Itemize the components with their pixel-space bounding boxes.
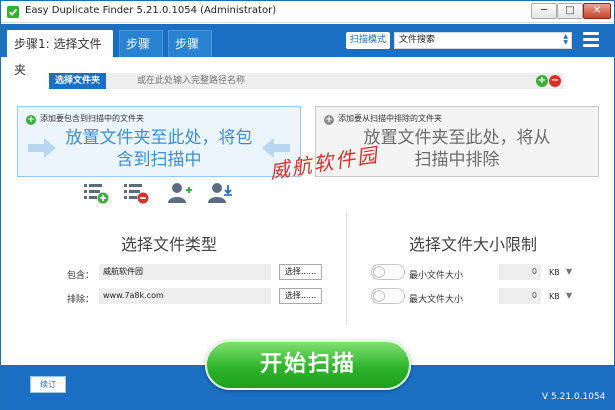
max-size-toggle[interactable] bbox=[371, 288, 405, 304]
include-zone-text: 放置文件夹至此处，将包含到扫描中 bbox=[65, 128, 253, 170]
hamburger-menu-icon[interactable] bbox=[583, 32, 599, 48]
add-list-icon[interactable] bbox=[83, 182, 109, 204]
min-size-dropdown-icon[interactable]: ▼ bbox=[566, 267, 572, 276]
plus-circle-icon: + bbox=[324, 115, 334, 125]
path-input[interactable] bbox=[137, 73, 532, 89]
path-bar: 选择文件夹 + − bbox=[49, 73, 564, 89]
add-user-icon[interactable] bbox=[167, 182, 193, 204]
max-size-label: 最大文件大小 bbox=[409, 295, 464, 305]
maximize-button[interactable]: □ bbox=[557, 3, 583, 19]
import-user-icon[interactable] bbox=[207, 182, 233, 204]
size-limit-title: 选择文件大小限制 bbox=[409, 235, 538, 254]
remove-path-button[interactable]: − bbox=[549, 75, 561, 87]
app-window: Easy Duplicate Finder 5.21.0.1054 (Admin… bbox=[0, 0, 615, 410]
remove-list-icon[interactable] bbox=[123, 182, 149, 204]
exclude-zone-header-text: 添加要从扫描中排除的文件夹 bbox=[338, 114, 442, 123]
tab-step-1[interactable]: 步骤1: 选择文件夹 bbox=[7, 30, 113, 77]
min-size-label: 最小文件大小 bbox=[409, 271, 464, 281]
version-label: V 5.21.0.1054 bbox=[542, 392, 606, 402]
include-types-label: 包含： bbox=[67, 271, 95, 281]
include-browse-button[interactable]: 选择...... bbox=[279, 264, 322, 280]
min-size-toggle[interactable] bbox=[371, 264, 405, 280]
scan-mode-select[interactable]: 文件搜索 ▲ ▼ bbox=[394, 32, 572, 49]
include-drop-zone[interactable]: + 添加要包含到扫描中的文件夹 放置文件夹至此处，将包含到扫描中 bbox=[17, 106, 301, 177]
close-button[interactable]: ✕ bbox=[583, 3, 611, 19]
file-type-title: 选择文件类型 bbox=[121, 235, 218, 254]
exclude-types-input[interactable]: www.7a8k.com bbox=[99, 288, 271, 304]
exclude-zone-text: 放置文件夹至此处，将从扫描中排除 bbox=[363, 128, 551, 170]
include-types-input[interactable]: 威航软件园 bbox=[99, 264, 271, 280]
include-zone-header: + 添加要包含到扫描中的文件夹 bbox=[26, 113, 144, 125]
section-divider bbox=[346, 213, 347, 325]
exclude-zone-header: + 添加要从扫描中排除的文件夹 bbox=[324, 113, 442, 125]
max-size-unit: KB bbox=[549, 292, 560, 301]
minimize-button[interactable]: ─ bbox=[531, 3, 557, 19]
scan-mode-label: 扫描模式 bbox=[346, 32, 391, 49]
select-folder-button[interactable]: 选择文件夹 bbox=[49, 73, 107, 89]
plus-circle-icon: + bbox=[26, 115, 36, 125]
min-size-unit: KB bbox=[549, 268, 560, 277]
min-size-input[interactable]: 0 bbox=[499, 264, 541, 280]
app-logo-icon bbox=[7, 6, 19, 18]
select-updown-icon: ▲ ▼ bbox=[563, 33, 568, 46]
add-path-button[interactable]: + bbox=[536, 75, 548, 87]
tab-step-3[interactable]: 步骤3 bbox=[168, 30, 212, 77]
max-size-dropdown-icon[interactable]: ▼ bbox=[566, 291, 572, 300]
max-size-input[interactable]: 0 bbox=[499, 288, 541, 304]
start-scan-button[interactable]: 开始扫描 bbox=[205, 340, 411, 390]
window-title: Easy Duplicate Finder 5.21.0.1054 (Admin… bbox=[25, 5, 277, 16]
scan-mode-value: 文件搜索 bbox=[399, 35, 436, 45]
exclude-types-label: 排除： bbox=[67, 295, 95, 305]
renew-button[interactable]: 续订 bbox=[30, 376, 66, 393]
tab-step-2[interactable]: 步骤2 bbox=[119, 30, 163, 77]
title-bar: Easy Duplicate Finder 5.21.0.1054 (Admin… bbox=[1, 1, 614, 23]
header-bar: 步骤1: 选择文件夹 步骤2 步骤3 扫描模式 文件搜索 ▲ ▼ bbox=[1, 24, 614, 77]
arrow-right-icon bbox=[28, 138, 56, 158]
include-zone-header-text: 添加要包含到扫描中的文件夹 bbox=[40, 114, 144, 123]
exclude-browse-button[interactable]: 选择...... bbox=[279, 288, 322, 304]
